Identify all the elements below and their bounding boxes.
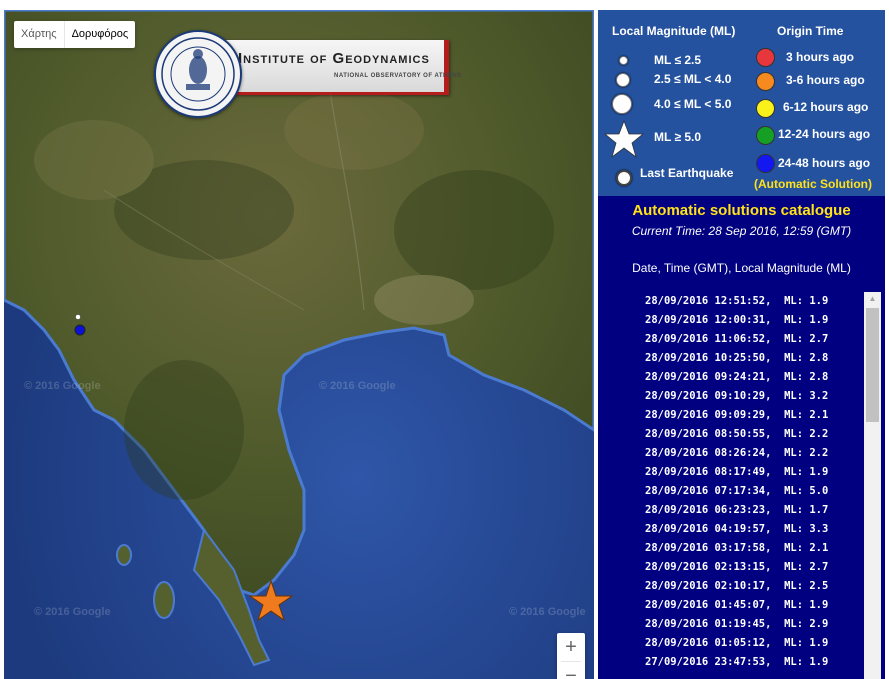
catalog-entry[interactable]: 28/09/2016 09:10:29, ML: 3.2 <box>598 387 864 406</box>
island <box>153 581 175 619</box>
scroll-up-arrow-icon[interactable]: ▲ <box>864 292 881 306</box>
red-dot-icon <box>756 48 775 67</box>
medium-circle-icon <box>616 73 630 87</box>
catalog-entry[interactable]: 28/09/2016 03:17:58, ML: 2.1 <box>598 539 864 558</box>
legend-ml-star: ML ≥ 5.0 <box>654 130 702 144</box>
island <box>116 544 132 566</box>
catalog-entry[interactable]: 28/09/2016 08:17:49, ML: 1.9 <box>598 463 864 482</box>
catalog-entry[interactable]: 28/09/2016 12:00:31, ML: 1.9 <box>598 311 864 330</box>
catalog-entry[interactable]: 28/09/2016 07:17:34, ML: 5.0 <box>598 482 864 501</box>
orange-dot-icon <box>756 72 775 91</box>
map-watermark: © 2016 Google <box>24 380 101 392</box>
map-terrain[interactable] <box>4 10 594 679</box>
zoom-control: + − <box>557 633 585 679</box>
catalog-entry[interactable]: 28/09/2016 01:05:12, ML: 1.9 <box>598 634 864 653</box>
logo-banner: Institute of Geodynamics NATIONAL OBSERV… <box>224 40 461 95</box>
catalog-entry[interactable]: 28/09/2016 01:45:07, ML: 1.9 <box>598 596 864 615</box>
legend-origin-24-48h: 24-48 hours ago <box>778 156 871 170</box>
logo-title: Institute of Geodynamics <box>238 50 430 67</box>
legend-ml-large: 4.0 ≤ ML < 5.0 <box>654 97 732 111</box>
zoom-in-button[interactable]: + <box>557 633 585 661</box>
catalog-panel: Automatic solutions catalogue Current Ti… <box>598 196 885 679</box>
catalog-entry[interactable]: 28/09/2016 09:09:29, ML: 2.1 <box>598 406 864 425</box>
legend-panel: Local Magnitude (ML) Origin Time ML ≤ 2.… <box>598 10 885 196</box>
map-watermark: © 2016 Google <box>34 606 111 618</box>
catalog-entry[interactable]: 28/09/2016 02:10:17, ML: 2.5 <box>598 577 864 596</box>
legend-ml-small: ML ≤ 2.5 <box>654 53 702 67</box>
catalog-entry[interactable]: 28/09/2016 11:06:52, ML: 2.7 <box>598 330 864 349</box>
map-type-control: Χάρτης Δορυφόρος <box>14 21 136 48</box>
small-circle-icon <box>619 56 628 65</box>
catalog-entry[interactable]: 28/09/2016 04:19:57, ML: 3.3 <box>598 520 864 539</box>
magnitude-legend-header: Local Magnitude (ML) <box>612 24 736 38</box>
blue-dot-icon <box>756 154 775 173</box>
scrollbar-thumb[interactable] <box>866 308 879 422</box>
legend-origin-3-6h: 3-6 hours ago <box>786 73 865 87</box>
ring-icon <box>616 170 632 186</box>
satellite-map[interactable]: © 2016 Google © 2016 Google © 2016 Googl… <box>4 10 594 679</box>
catalog-entry[interactable]: 28/09/2016 08:26:24, ML: 2.2 <box>598 444 864 463</box>
legend-origin-3h: 3 hours ago <box>786 50 855 64</box>
institute-logo: Institute of Geodynamics NATIONAL OBSERV… <box>154 30 461 118</box>
large-circle-icon <box>612 94 632 114</box>
map-watermark: © 2016 Google <box>319 380 396 392</box>
map-type-satellite-button[interactable]: Δορυφόρος <box>63 21 136 48</box>
catalog-entry[interactable]: 28/09/2016 01:19:45, ML: 2.9 <box>598 615 864 634</box>
automatic-solution-note: (Automatic Solution) <box>754 177 872 191</box>
catalog-entry[interactable]: 28/09/2016 02:13:15, ML: 2.7 <box>598 558 864 577</box>
zoom-out-button[interactable]: − <box>557 662 585 679</box>
seal-graphic <box>161 37 235 111</box>
catalog-scrollbar[interactable]: ▲ <box>864 292 881 679</box>
catalog-entry[interactable]: 27/09/2016 23:47:53, ML: 1.9 <box>598 653 864 672</box>
catalog-entry[interactable]: 28/09/2016 08:50:55, ML: 2.2 <box>598 425 864 444</box>
map-watermark: © 2016 Google <box>509 606 586 618</box>
green-dot-icon <box>756 126 775 145</box>
catalog-entry[interactable]: 28/09/2016 09:24:21, ML: 2.8 <box>598 368 864 387</box>
map-type-map-button[interactable]: Χάρτης <box>14 21 64 48</box>
logo-subtitle: NATIONAL OBSERVATORY OF ATHENS <box>334 73 462 79</box>
origin-time-legend-header: Origin Time <box>777 24 844 38</box>
yellow-dot-icon <box>756 99 775 118</box>
catalog-entry[interactable]: 28/09/2016 06:23:23, ML: 1.7 <box>598 501 864 520</box>
legend-ml-medium: 2.5 ≤ ML < 4.0 <box>654 72 732 86</box>
legend-origin-6-12h: 6-12 hours ago <box>783 100 869 114</box>
earthquake-marker-blue[interactable] <box>74 324 86 336</box>
observatory-seal-icon <box>154 30 242 118</box>
earthquake-marker-white[interactable] <box>75 314 81 320</box>
current-time: Current Time: 28 Sep 2016, 12:59 (GMT) <box>631 224 852 238</box>
catalog-title: Automatic solutions catalogue <box>632 202 851 219</box>
star-icon <box>604 120 644 158</box>
legend-origin-12-24h: 12-24 hours ago <box>778 127 871 141</box>
catalog-entry[interactable]: 28/09/2016 12:51:52, ML: 1.9 <box>598 292 864 311</box>
catalog-entry[interactable]: 28/09/2016 10:25:50, ML: 2.8 <box>598 349 864 368</box>
catalog-list[interactable]: 28/09/2016 12:51:52, ML: 1.9 28/09/2016 1… <box>598 292 864 679</box>
legend-last-earthquake: Last Earthquake <box>640 166 734 180</box>
catalog-columns-header: Date, Time (GMT), Local Magnitude (ML) <box>632 261 851 275</box>
